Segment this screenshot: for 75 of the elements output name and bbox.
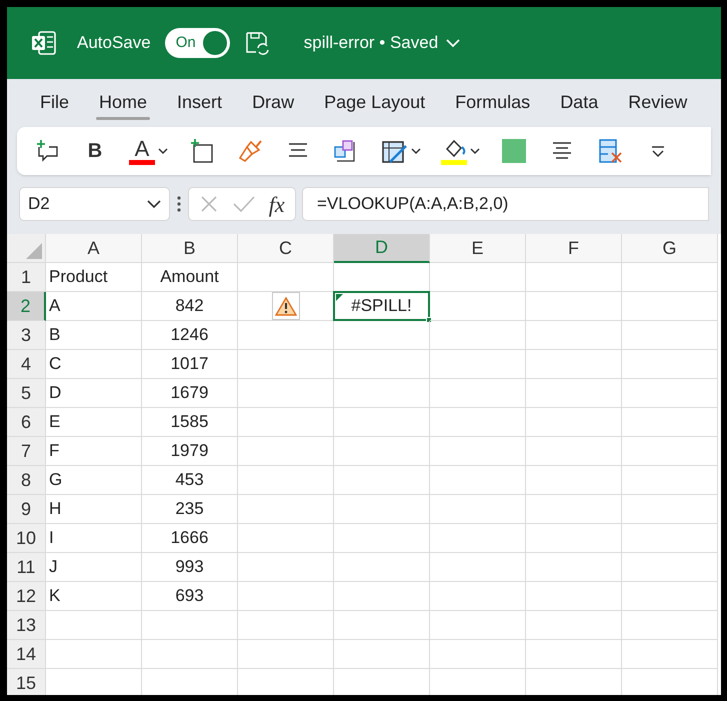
table-cell: D xyxy=(46,379,142,408)
error-warning-button[interactable] xyxy=(272,292,300,320)
delete-cells-icon xyxy=(597,138,623,164)
table-cell: 1246 xyxy=(142,321,238,350)
row-header[interactable]: 3 xyxy=(7,321,46,350)
table-cell: 842 xyxy=(142,292,238,321)
table-cell: K xyxy=(46,582,142,611)
table-cell: 993 xyxy=(142,553,238,582)
insert-function-button[interactable]: fx xyxy=(268,188,285,220)
autosave-label: AutoSave xyxy=(77,32,151,54)
table-cell: H xyxy=(46,495,142,524)
table-cell: 1017 xyxy=(142,350,238,379)
menu-tab[interactable]: Review xyxy=(613,79,702,125)
row-header[interactable]: 6 xyxy=(7,408,46,437)
row-header[interactable]: 11 xyxy=(7,553,46,582)
row-header[interactable]: 15 xyxy=(7,669,46,695)
table-cell: 235 xyxy=(142,495,238,524)
dropdown-caret-icon xyxy=(147,199,161,209)
row-header[interactable]: 7 xyxy=(7,437,46,466)
toolbar-button[interactable]: A xyxy=(125,131,172,171)
row-header[interactable]: 9 xyxy=(7,495,46,524)
menu-tab[interactable]: Insert xyxy=(162,79,238,125)
chevron-down-icon xyxy=(446,38,460,48)
table-cell: B xyxy=(46,321,142,350)
picture-border-icon xyxy=(380,138,408,164)
autosave-toggle[interactable]: On xyxy=(164,28,230,58)
column-header[interactable]: C xyxy=(238,234,334,263)
column-header[interactable]: G xyxy=(622,234,718,263)
table-cell: I xyxy=(46,524,142,553)
column-header[interactable]: E xyxy=(430,234,526,263)
table-cell: 693 xyxy=(142,582,238,611)
row-header[interactable]: 10 xyxy=(7,524,46,553)
menu-tab[interactable]: Data xyxy=(545,79,614,125)
error-indicator-icon xyxy=(336,294,343,301)
table-cell: G xyxy=(46,466,142,495)
column-header[interactable]: A xyxy=(46,234,142,263)
save-sync-icon[interactable] xyxy=(244,30,270,56)
table-cell: Product xyxy=(46,263,142,292)
document-title[interactable]: spill-error • Saved xyxy=(304,30,460,56)
table-cell: 1666 xyxy=(142,524,238,553)
active-cell[interactable]: #SPILL! xyxy=(333,291,430,321)
table-cell: A xyxy=(46,292,142,321)
table-cell: E xyxy=(46,408,142,437)
row-header[interactable]: 14 xyxy=(7,640,46,669)
row-header[interactable]: 4 xyxy=(7,350,46,379)
row-header[interactable]: 1 xyxy=(7,263,46,292)
menu-tab[interactable]: Formulas xyxy=(440,79,546,125)
row-header[interactable]: 13 xyxy=(7,611,46,640)
overflow-caret-icon xyxy=(651,144,665,158)
menu-tab[interactable]: Draw xyxy=(237,79,310,125)
paintbrush-icon xyxy=(237,138,263,164)
table-cell: 1679 xyxy=(142,379,238,408)
table-cell: 453 xyxy=(142,466,238,495)
table-cell: C xyxy=(46,350,142,379)
name-box[interactable]: D2 xyxy=(19,187,170,221)
table-cell: Amount xyxy=(142,263,238,292)
more-options-icon[interactable] xyxy=(176,195,182,213)
formula-field[interactable]: =VLOOKUP(A:A,A:B,2,0) xyxy=(302,187,709,221)
comment-add-icon xyxy=(35,138,59,164)
row-header[interactable]: 5 xyxy=(7,379,46,408)
excel-logo-icon xyxy=(31,30,57,56)
row-header[interactable]: 12 xyxy=(7,582,46,611)
menu-tab[interactable]: Home xyxy=(84,79,162,125)
toolbar-button[interactable]: B xyxy=(77,131,113,171)
menu-tab[interactable]: File xyxy=(25,79,84,125)
row-header[interactable]: 8 xyxy=(7,466,46,495)
column-header[interactable]: F xyxy=(526,234,622,263)
table-cell: J xyxy=(46,553,142,582)
enter-check-icon[interactable] xyxy=(232,194,256,214)
column-header[interactable]: B xyxy=(142,234,238,263)
table-cell: 1979 xyxy=(142,437,238,466)
table-cell: F xyxy=(46,437,142,466)
menu-tab[interactable]: Page Layout xyxy=(309,79,440,125)
table-cell: 1585 xyxy=(142,408,238,437)
insert-cells-icon xyxy=(189,138,215,164)
